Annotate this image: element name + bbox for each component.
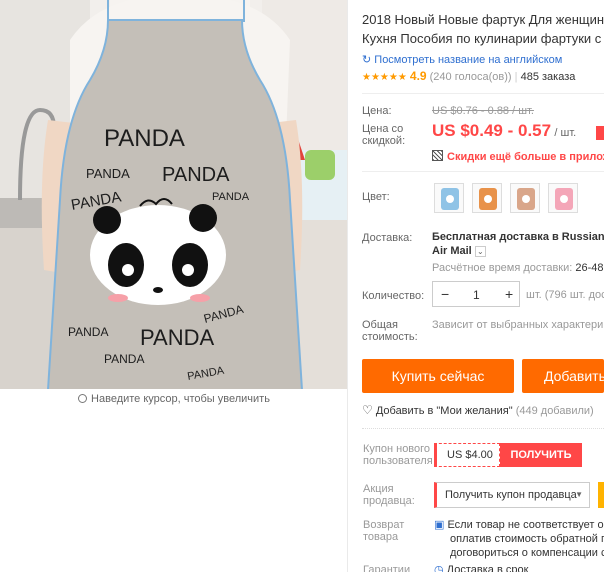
apron-word: PANDA (86, 166, 130, 181)
separator (362, 428, 604, 429)
product-title-line2: Кухня Пособия по кулинарии фартуки с (362, 31, 602, 46)
caret-down-icon: ▼ (575, 490, 583, 499)
discount-price: US $0.49 - 0.57 / шт. (432, 121, 577, 140)
discount-price-label-2: скидкой: (362, 135, 406, 147)
separator (362, 93, 604, 94)
color-swatch-pink[interactable] (548, 183, 578, 213)
product-main-image[interactable]: PANDA PANDA PANDA PANDA PANDA PANDA PAND… (0, 0, 348, 389)
quantity-label: Количество: (362, 290, 425, 302)
color-swatch-orange[interactable] (472, 183, 502, 213)
shipping-method: Бесплатная доставка в Russian Fe (432, 231, 604, 243)
add-to-cart-button[interactable]: Добавить (522, 359, 604, 393)
buy-now-button[interactable]: Купить сейчас (362, 359, 514, 393)
heart-icon: ♡ (362, 403, 373, 417)
seller-promo-label-2: продавца: (363, 495, 415, 507)
old-price: US $0.76 - 0.88 / шт. (432, 105, 534, 117)
separator (362, 171, 604, 172)
quantity-stepper[interactable]: − 1 + (432, 281, 520, 307)
panda-face (90, 198, 226, 305)
qr-code-icon (432, 150, 443, 161)
get-coupon-button[interactable]: ПОЛУЧИТЬ (500, 443, 582, 467)
orders-count: 485 заказа (520, 71, 576, 83)
translate-icon: ↻ (362, 54, 372, 66)
divider (347, 0, 348, 572)
rating-value: 4.9 (409, 69, 427, 83)
discount-badge (596, 126, 604, 140)
apron-word: PANDA (140, 325, 214, 350)
quantity-minus-button[interactable]: − (441, 286, 449, 302)
zoom-hint: Наведите курсор, чтобы увеличить (0, 393, 348, 405)
stock-info: шт. (796 шт. доступ (526, 289, 604, 301)
star-rating-icon: ★★★★★ (362, 72, 407, 83)
guarantee-label: Гарантии (363, 564, 411, 572)
coupon-value: US $4.00 (434, 443, 500, 467)
returns-info: ▣ Если товар не соответствует оп оплатив… (434, 519, 604, 559)
apron-word: PANDA (104, 125, 185, 152)
quantity-input[interactable]: 1 (473, 288, 480, 302)
product-title-line1: 2018 Новый Новые фартук Для женщин (362, 12, 604, 27)
guarantee-info: ◷ Доставка в срок (434, 563, 528, 572)
color-swatch-tan[interactable] (510, 183, 540, 213)
shipping-carrier[interactable]: Air Mail ⌄ (432, 245, 486, 257)
shipping-label: Доставка: (362, 232, 413, 244)
next-option-edge (598, 482, 604, 508)
apron-word: PANDA (68, 325, 108, 339)
chevron-down-icon[interactable]: ⌄ (474, 246, 486, 257)
returns-label-2: товара (363, 531, 399, 543)
total-value: Зависит от выбранных характери (432, 319, 604, 331)
translate-link[interactable]: ↻ Посмотреть название на английском (362, 53, 562, 66)
price-label: Цена: (362, 105, 392, 117)
delivery-estimate: Расчётное время доставки: 26-48 (432, 262, 604, 274)
app-promo[interactable]: Скидки ещё больше в приложе (432, 149, 604, 163)
seller-coupon-select[interactable]: Получить купон продавца ▼ (434, 482, 590, 508)
apron-word: PANDA (162, 164, 230, 186)
apron-word: PANDA (104, 352, 144, 366)
quantity-plus-button[interactable]: + (505, 286, 513, 302)
votes-count: (240 голоса(ов)) (429, 71, 512, 83)
clock-icon: ◷ (434, 564, 444, 572)
apron-photo: PANDA PANDA PANDA PANDA PANDA PANDA PAND… (0, 0, 348, 389)
coupon-label-2: пользователя (363, 455, 433, 467)
info-icon: ▣ (434, 519, 445, 531)
magnifier-icon (78, 394, 88, 403)
total-label-2: стоимость: (362, 331, 418, 343)
color-label: Цвет: (362, 191, 390, 203)
color-swatch-blue[interactable] (434, 183, 464, 213)
wishlist-link[interactable]: ♡ Добавить в "Мои желания" (449 добавили… (362, 403, 594, 417)
apron-word: PANDA (212, 191, 250, 203)
rating-row[interactable]: ★★★★★ 4.9 (240 голоса(ов)) | 485 заказа (362, 69, 575, 83)
